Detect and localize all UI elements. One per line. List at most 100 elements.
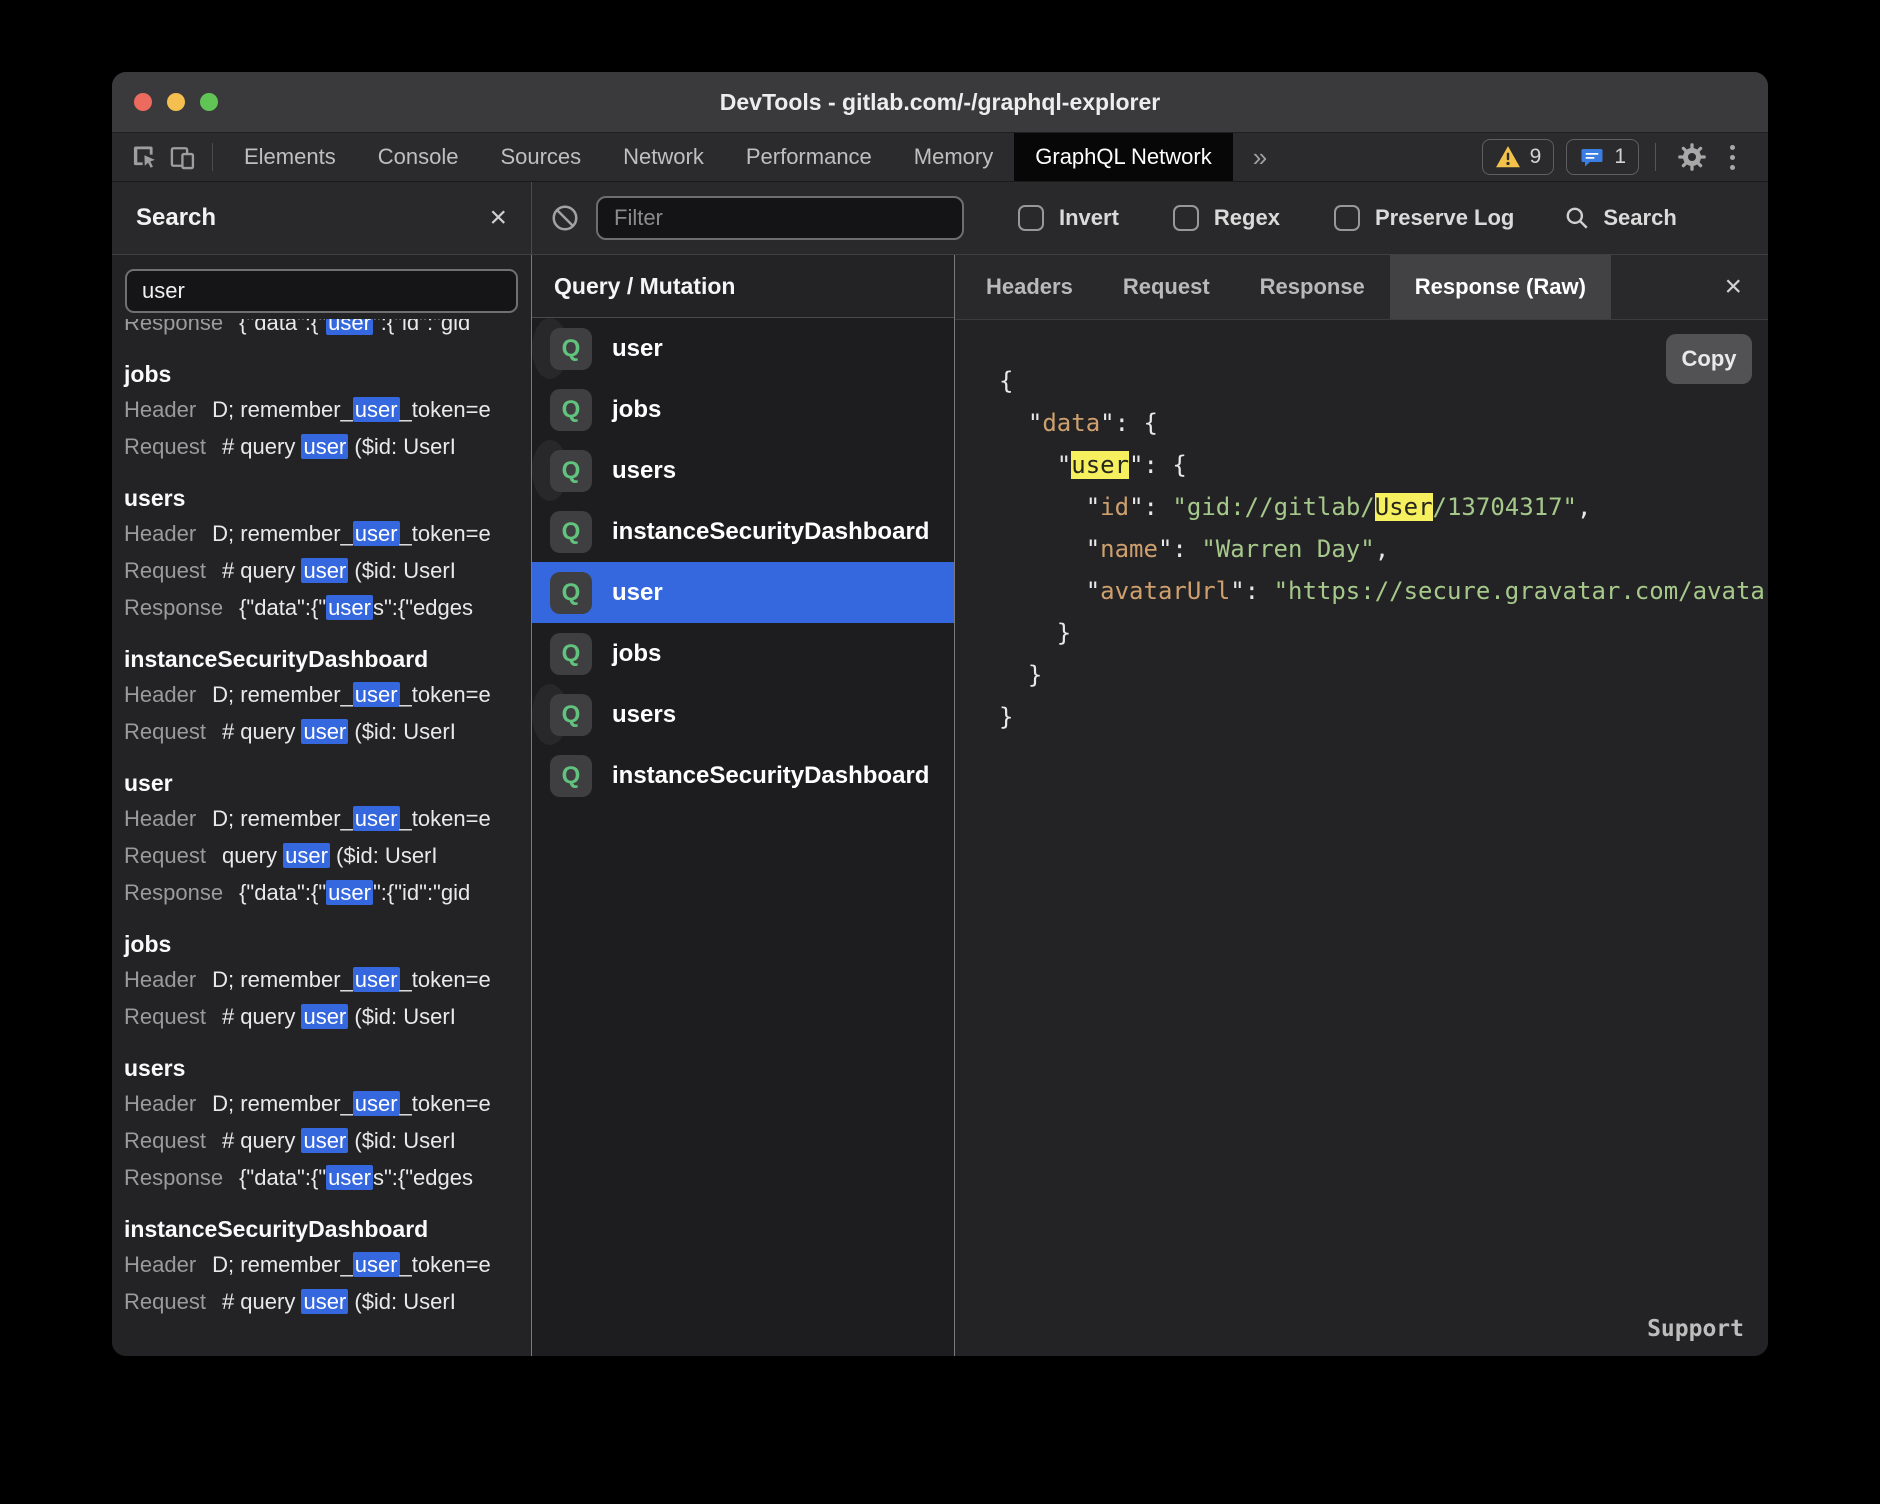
search-result-line[interactable]: Request# query user ($id: UserI [124, 1283, 531, 1320]
result-group-title: users [124, 481, 531, 515]
search-result-line[interactable]: HeaderD; remember_user_token=e [124, 515, 531, 552]
search-result-line[interactable]: Request# query user ($id: UserI [124, 1122, 531, 1159]
close-window-button[interactable] [134, 93, 152, 111]
match-highlight: user [326, 595, 373, 620]
devtools-tabs: ElementsConsoleSourcesNetworkPerformance… [223, 133, 1233, 181]
json-code-line: "avatarUrl": "https://secure.gravatar.co… [999, 570, 1768, 612]
detail-tab-request[interactable]: Request [1098, 255, 1235, 319]
search-result-line[interactable]: HeaderD; remember_user_token=e [124, 1085, 531, 1122]
search-result-line[interactable]: Response{"data":{"users":{"edges [124, 589, 531, 626]
match-highlight: user [353, 682, 400, 707]
devtools-tab-elements[interactable]: Elements [223, 133, 357, 181]
search-close-icon[interactable]: × [489, 203, 507, 233]
device-toolbar-icon[interactable] [164, 133, 202, 182]
result-line-label: Request [124, 1122, 206, 1159]
devtools-tab-console[interactable]: Console [357, 133, 480, 181]
json-token: name [1100, 535, 1158, 563]
devtools-tab-network[interactable]: Network [602, 133, 725, 181]
support-link[interactable]: Support [1647, 1316, 1744, 1342]
checkbox-regex[interactable] [1173, 205, 1199, 231]
minimize-window-button[interactable] [167, 93, 185, 111]
search-result-line[interactable]: HeaderD; remember_user_token=e [124, 961, 531, 998]
detail-tab-response-raw[interactable]: Response (Raw) [1390, 255, 1611, 319]
json-token: } [999, 703, 1013, 731]
json-code-line: "id": "gid://gitlab/User/13704317", [999, 486, 1768, 528]
match-text: # query [222, 1128, 302, 1153]
result-line-label: Request [124, 837, 206, 874]
match-text: ($id: UserI [348, 719, 456, 744]
query-row-user[interactable]: Quser [532, 318, 568, 379]
search-input-wrap: user [112, 255, 531, 317]
devtools-tab-memory[interactable]: Memory [893, 133, 1014, 181]
search-result-line[interactable]: Requestquery user ($id: UserI [124, 837, 531, 874]
search-result-line[interactable]: HeaderD; remember_user_token=e [124, 676, 531, 713]
clear-log-icon[interactable] [550, 203, 580, 233]
maximize-window-button[interactable] [200, 93, 218, 111]
tabbar-right-controls: 9 1 [1470, 137, 1768, 177]
match-text: ($id: UserI [348, 1004, 456, 1029]
search-icon [1564, 205, 1590, 231]
more-tabs-chevron-icon[interactable]: » [1233, 142, 1287, 173]
search-result-line[interactable]: Request# query user ($id: UserI [124, 428, 531, 465]
search-result-line[interactable]: HeaderD; remember_user_token=e [124, 800, 531, 837]
query-badge-icon: Q [550, 389, 592, 431]
copy-button[interactable]: Copy [1666, 334, 1752, 384]
search-result-line[interactable]: HeaderD; remember_user_token=e [124, 1246, 531, 1283]
kebab-menu-icon[interactable] [1712, 137, 1752, 177]
network-search-toggle[interactable]: Search [1564, 205, 1676, 231]
warning-icon [1495, 145, 1521, 169]
json-code-line: "name": "Warren Day", [999, 528, 1768, 570]
query-row-instancesecuritydashboard[interactable]: QinstanceSecurityDashboard [532, 501, 954, 562]
search-input[interactable]: user [125, 269, 518, 313]
match-text: {"data":{" [239, 595, 326, 620]
warnings-badge[interactable]: 9 [1482, 139, 1555, 175]
match-text: query [222, 843, 283, 868]
match-highlight: user [301, 558, 348, 583]
search-result-line[interactable]: Response{"data":{"user":{"id":"gid [124, 874, 531, 911]
query-row-users[interactable]: Qusers [532, 684, 568, 745]
query-row-users[interactable]: Qusers [532, 440, 568, 501]
inspect-element-icon[interactable] [126, 133, 164, 182]
json-token: ": { [1129, 451, 1187, 479]
query-row-jobs[interactable]: Qjobs [532, 379, 954, 440]
checkbox-invert[interactable] [1018, 205, 1044, 231]
match-highlight: user [353, 521, 400, 546]
checkbox-label-preserve-log: Preserve Log [1375, 205, 1514, 231]
settings-gear-icon[interactable] [1672, 137, 1712, 177]
search-result-line[interactable]: Request# query user ($id: UserI [124, 998, 531, 1035]
json-token: /13704317" [1433, 493, 1578, 521]
detail-tab-headers[interactable]: Headers [961, 255, 1098, 319]
window-title: DevTools - gitlab.com/-/graphql-explorer [112, 89, 1768, 116]
result-group-title: instanceSecurityDashboard [124, 642, 531, 676]
detail-tab-response[interactable]: Response [1235, 255, 1390, 319]
search-result-line[interactable]: Request# query user ($id: UserI [124, 552, 531, 589]
devtools-tab-graphql-network[interactable]: GraphQL Network [1014, 133, 1232, 181]
filter-input[interactable]: Filter [596, 196, 964, 240]
query-row-instancesecuritydashboard[interactable]: QinstanceSecurityDashboard [532, 745, 954, 806]
devtools-tab-sources[interactable]: Sources [479, 133, 602, 181]
query-row-label: users [612, 457, 676, 485]
json-token: ": [1158, 535, 1201, 563]
query-row-jobs[interactable]: Qjobs [532, 623, 954, 684]
issues-badge[interactable]: 1 [1566, 139, 1639, 175]
search-result-line[interactable]: Response{"data":{"users":{"edges [124, 1159, 531, 1196]
json-token: avatarUrl [1100, 577, 1230, 605]
search-result-line[interactable]: Request# query user ($id: UserI [124, 713, 531, 750]
result-line-content: D; remember_user_token=e [212, 515, 491, 552]
match-highlight: user [301, 1004, 348, 1029]
search-result-line[interactable]: HeaderD; remember_user_token=e [124, 391, 531, 428]
search-result-line[interactable]: Response{"data":{"user":{"id":"gid [124, 319, 470, 341]
query-badge-icon: Q [550, 328, 592, 370]
filter-placeholder: Filter [614, 205, 663, 231]
result-line-content: D; remember_user_token=e [212, 800, 491, 837]
detail-close-icon[interactable]: × [1698, 255, 1768, 319]
json-token: " [999, 535, 1100, 563]
devtools-tab-performance[interactable]: Performance [725, 133, 893, 181]
checkbox-preserve-log[interactable] [1334, 205, 1360, 231]
query-row-user[interactable]: Quser [532, 562, 954, 623]
badge-separator [1655, 143, 1656, 171]
json-token: , [1577, 493, 1591, 521]
query-row-label: jobs [612, 396, 661, 424]
result-line-label: Header [124, 961, 196, 998]
match-highlight: user [353, 967, 400, 992]
